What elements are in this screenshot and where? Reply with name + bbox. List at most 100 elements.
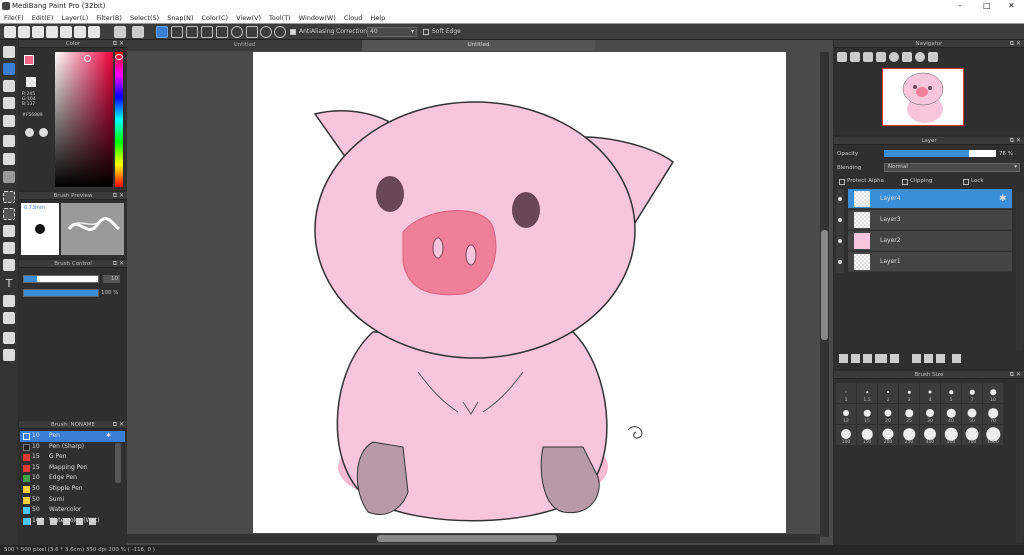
- check-tool-icon[interactable]: [3, 97, 15, 109]
- brush-item[interactable]: 15 G Pen: [20, 452, 125, 463]
- dot-pen-tool-icon[interactable]: [3, 312, 15, 324]
- canvas-tab-secondary[interactable]: Untitled: [127, 40, 362, 51]
- merge-down-icon[interactable]: [924, 353, 933, 363]
- share-icon[interactable]: [46, 26, 58, 38]
- menu-color[interactable]: Color(C): [197, 12, 232, 24]
- fit-icon[interactable]: [863, 52, 873, 62]
- move-tool-icon[interactable]: [3, 115, 15, 127]
- minimize-button[interactable]: –: [958, 0, 962, 12]
- brush-size-option[interactable]: 10: [983, 383, 1003, 403]
- menu-help[interactable]: Help: [366, 12, 389, 24]
- brush-size-slider[interactable]: [23, 275, 99, 283]
- close-icon[interactable]: ⧉ ✕: [113, 40, 124, 48]
- eraser-tool-icon[interactable]: [3, 63, 15, 75]
- close-icon[interactable]: ⧉ ✕: [113, 260, 124, 268]
- grid-snap-icon[interactable]: [186, 26, 198, 38]
- brush-size-option[interactable]: 5: [941, 383, 961, 403]
- rotate-right-icon[interactable]: [915, 52, 925, 62]
- undo-icon[interactable]: [114, 26, 126, 38]
- snap-off-icon[interactable]: [156, 26, 168, 38]
- hand-tool-icon[interactable]: [3, 349, 15, 361]
- brush-size-option[interactable]: 400: [920, 425, 940, 445]
- fill-rect-tool-icon[interactable]: [3, 135, 15, 147]
- layer-row[interactable]: Layer1: [838, 252, 1012, 272]
- brush-size-option[interactable]: 50: [962, 404, 982, 424]
- eye-icon[interactable]: [838, 197, 842, 201]
- brush-opacity-slider[interactable]: [23, 289, 99, 297]
- clipping-checkbox[interactable]: [902, 179, 908, 185]
- eye-icon[interactable]: [838, 239, 842, 243]
- settings-icon[interactable]: [39, 128, 48, 137]
- vertical-scrollbar-thumb[interactable]: [821, 230, 828, 340]
- cross-snap-icon[interactable]: [216, 26, 228, 38]
- brush-size-option[interactable]: 1.5: [857, 383, 877, 403]
- transparent-swatch[interactable]: [26, 77, 36, 87]
- cloud-icon[interactable]: [4, 26, 16, 38]
- circle-snap-icon[interactable]: [231, 26, 243, 38]
- zoom-in-icon[interactable]: [837, 52, 847, 62]
- brush-size-option[interactable]: 70: [983, 404, 1003, 424]
- rectangle-tool-icon[interactable]: [3, 80, 15, 92]
- comment-icon[interactable]: [32, 26, 44, 38]
- lock-checkbox[interactable]: [963, 179, 969, 185]
- foreground-color-swatch[interactable]: [24, 55, 34, 65]
- drawing-canvas[interactable]: [253, 52, 786, 533]
- perspective-snap-icon[interactable]: [260, 26, 272, 38]
- brush-item[interactable]: 50 Sumi: [20, 495, 125, 506]
- layer-settings-icon[interactable]: [936, 353, 945, 363]
- parallel-snap-icon[interactable]: [171, 26, 183, 38]
- soft-edge-checkbox[interactable]: [423, 29, 429, 35]
- new-8bit-layer-icon[interactable]: [863, 353, 872, 363]
- menu-edit[interactable]: Edit(E): [28, 12, 58, 24]
- brush-size-option[interactable]: 15: [857, 404, 877, 424]
- brush-tool-icon[interactable]: [3, 46, 15, 58]
- brush-size-value[interactable]: 10: [103, 275, 120, 283]
- brush-item[interactable]: 15 Mapping Pen: [20, 463, 125, 474]
- export-icon[interactable]: [88, 26, 100, 38]
- save-icon[interactable]: [60, 26, 72, 38]
- gradient-tool-icon[interactable]: [3, 171, 15, 183]
- eye-icon[interactable]: [838, 218, 842, 222]
- gear-icon[interactable]: ✱: [106, 431, 111, 442]
- canvas-tab-active[interactable]: Untitled: [362, 40, 595, 51]
- brush-size-scrollbar[interactable]: [1016, 383, 1023, 543]
- menu-layer[interactable]: Layer(L): [57, 12, 92, 24]
- close-icon[interactable]: ⧉ ✕: [113, 192, 124, 200]
- bucket-tool-icon[interactable]: [3, 153, 15, 165]
- reset-icon[interactable]: [928, 52, 938, 62]
- navigator-thumbnail[interactable]: [882, 68, 964, 126]
- menu-tool[interactable]: Tool(T): [265, 12, 295, 24]
- close-icon[interactable]: ⧉ ✕: [1010, 137, 1021, 145]
- brush-size-option[interactable]: 700: [962, 425, 982, 445]
- layer-row[interactable]: Layer2: [838, 231, 1012, 251]
- menu-file[interactable]: File(F): [0, 12, 28, 24]
- add-layer-menu-icon[interactable]: [875, 353, 887, 363]
- close-icon[interactable]: ⧉ ✕: [113, 421, 124, 429]
- antialias-checkbox[interactable]: [290, 29, 296, 35]
- grid-icon[interactable]: [74, 26, 86, 38]
- brush-size-option[interactable]: 30: [920, 404, 940, 424]
- brush-item[interactable]: 10 Edge Pen: [20, 473, 125, 484]
- new-halftone-layer-icon[interactable]: [851, 353, 860, 363]
- lasso-tool-icon[interactable]: [3, 208, 15, 220]
- new-layer-icon[interactable]: [839, 353, 848, 363]
- brush-size-option[interactable]: 100: [836, 425, 856, 445]
- menu-filter[interactable]: Filter(B): [92, 12, 126, 24]
- zoom-in-icon[interactable]: [850, 52, 860, 62]
- brush-item[interactable]: 10 Pen (Sharp): [20, 442, 125, 453]
- layer-opacity-slider[interactable]: [884, 150, 996, 157]
- brush-size-option[interactable]: 12: [836, 404, 856, 424]
- brush-size-option[interactable]: 40: [941, 404, 961, 424]
- brush-size-option[interactable]: 25: [899, 404, 919, 424]
- brush-size-option[interactable]: 500: [941, 425, 961, 445]
- brush-size-option[interactable]: 20: [878, 404, 898, 424]
- magic-wand-tool-icon[interactable]: [3, 225, 15, 237]
- operation-tool-icon[interactable]: [3, 295, 15, 307]
- brush-size-option[interactable]: 1: [836, 383, 856, 403]
- canvas-area[interactable]: Untitled Untitled: [127, 40, 833, 545]
- brush-size-option[interactable]: 150: [857, 425, 877, 445]
- settings-snap-icon[interactable]: [274, 26, 286, 38]
- brush-size-option[interactable]: 1000: [983, 425, 1003, 445]
- palette-icon[interactable]: [25, 128, 34, 137]
- close-icon[interactable]: ⧉ ✕: [1010, 371, 1021, 379]
